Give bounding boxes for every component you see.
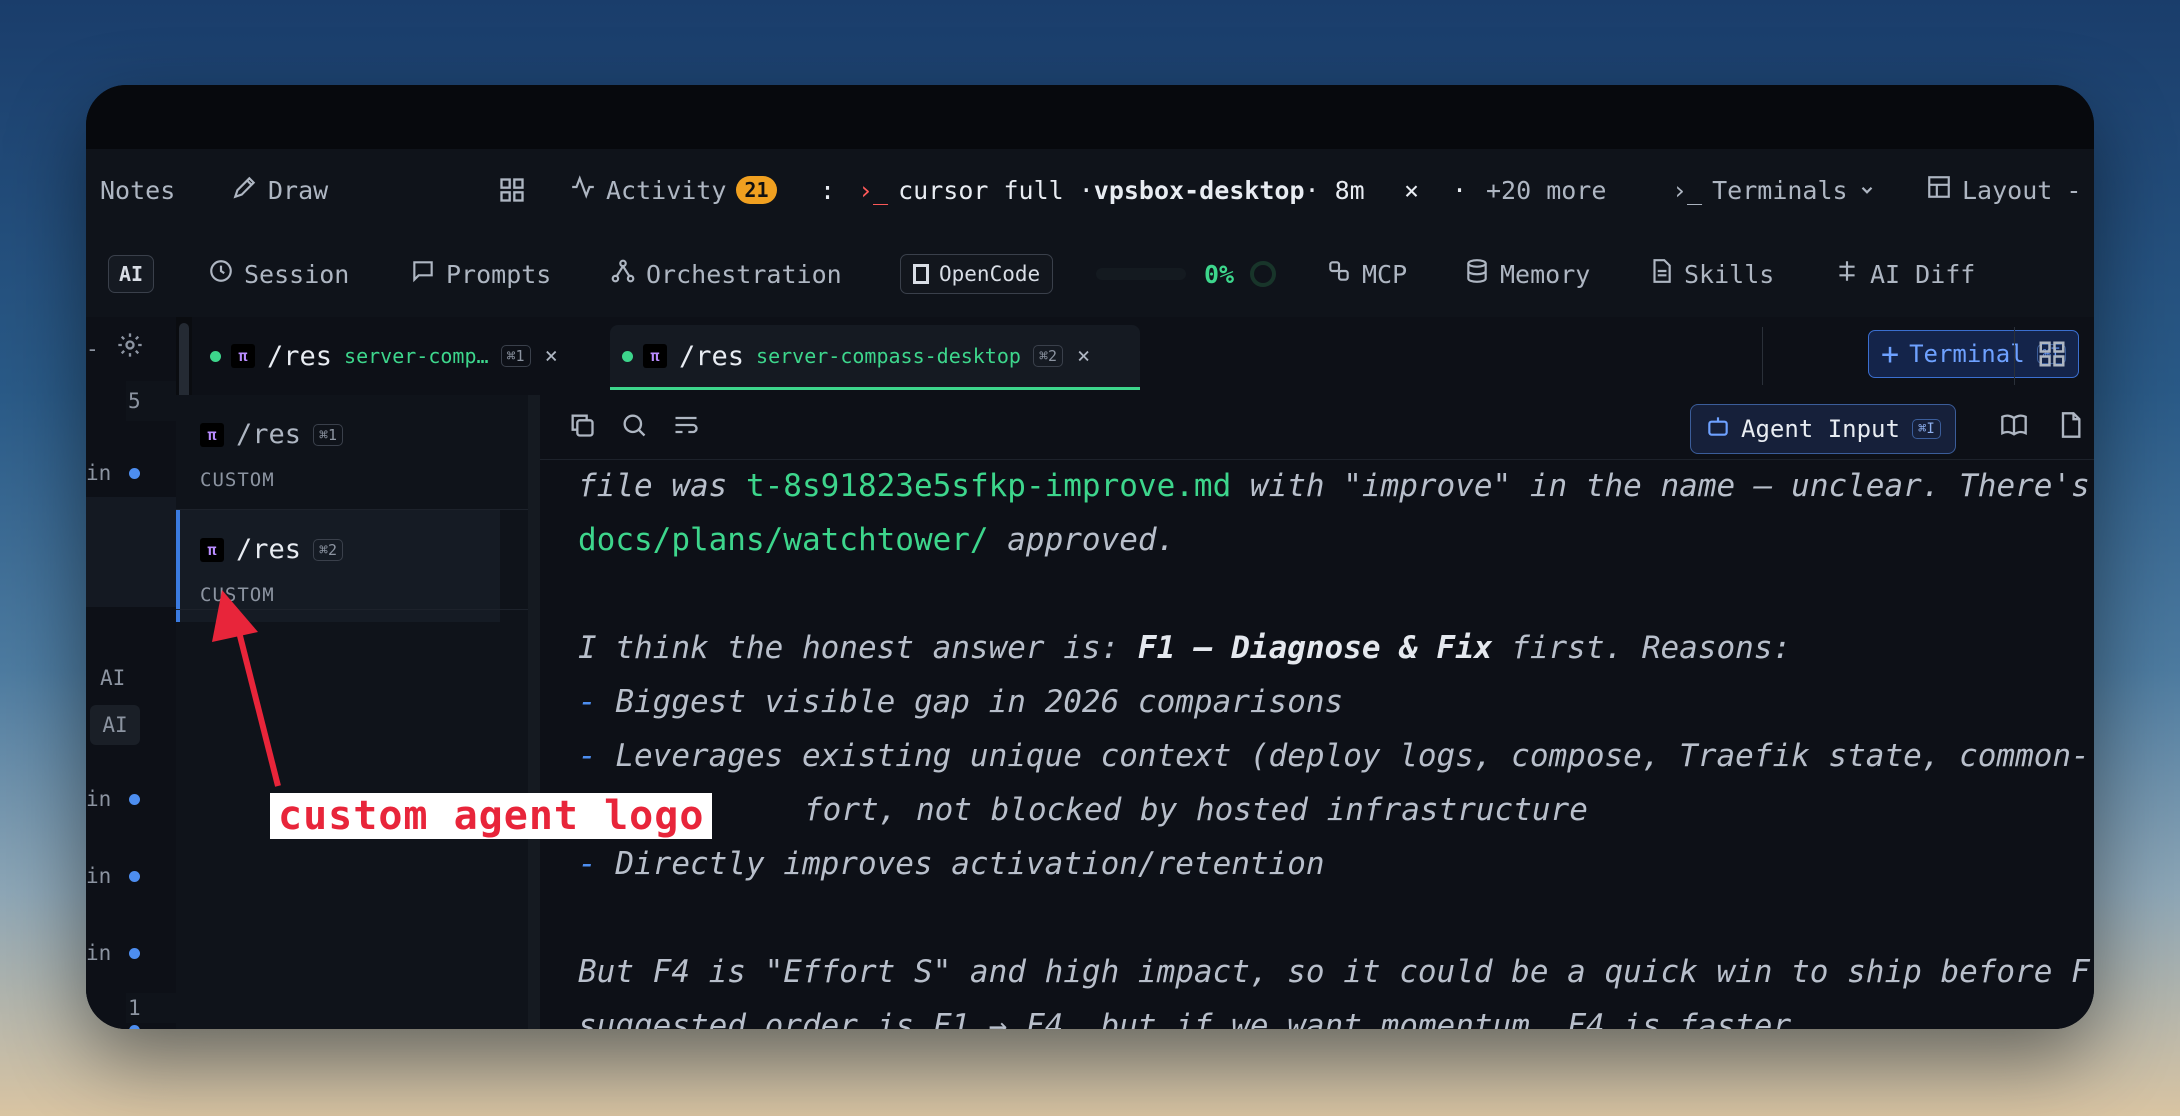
annotation-label: custom agent logo [270, 793, 713, 839]
annotation-arrow [212, 590, 281, 787]
